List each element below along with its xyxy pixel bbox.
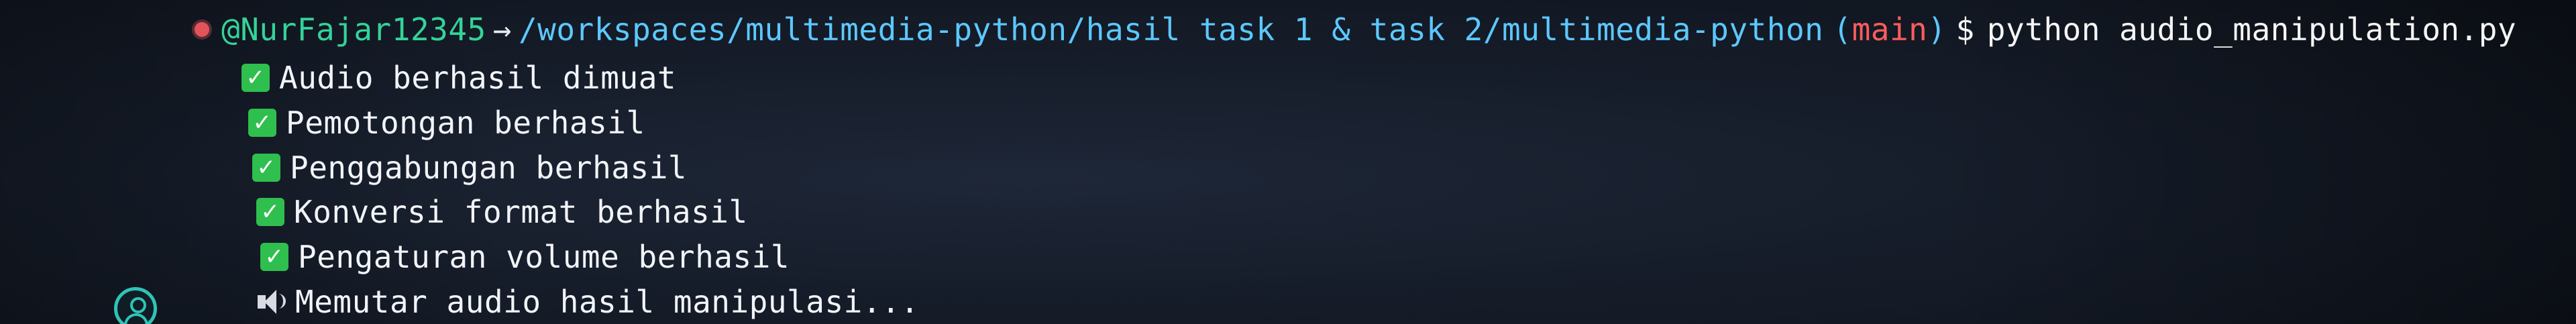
output-text: Pengaturan volume berhasil (298, 239, 790, 275)
account-icon-shoulders (124, 313, 148, 324)
prompt-symbol: $ (1955, 11, 1975, 48)
prompt-branch: main (1851, 11, 1928, 48)
output-text: Penggabungan berhasil (290, 150, 688, 186)
terminal-output[interactable]: @NurFajar12345 → /workspaces/multimedia-… (188, 0, 2576, 324)
output-line: ✓ Pengaturan volume berhasil (260, 234, 790, 280)
output-text: Konversi format berhasil (294, 194, 748, 230)
output-line: ✓ Audio berhasil dimuat (241, 55, 676, 101)
check-mark-icon: ✓ (256, 198, 284, 226)
playing-text: Memutar audio hasil manipulasi... (295, 284, 920, 320)
status-dot-icon (195, 22, 209, 37)
prompt-arrow-icon: → (492, 11, 512, 48)
prompt-branch-close: ) (1927, 11, 1947, 48)
check-mark-icon: ✓ (252, 154, 280, 182)
prompt-path: /workspaces/multimedia-python/hasil task… (518, 11, 1824, 48)
prompt-branch-open: ( (1833, 11, 1852, 48)
output-text: Pemotongan berhasil (286, 105, 645, 141)
account-icon[interactable] (114, 287, 157, 324)
output-text: Audio berhasil dimuat (279, 60, 677, 96)
output-line: ✓ Pemotongan berhasil (248, 100, 645, 146)
prompt-line: @NurFajar12345 → /workspaces/multimedia-… (195, 7, 2516, 52)
speaker-icon (256, 288, 286, 315)
playing-line: Memutar audio hasil manipulasi... (256, 279, 919, 324)
account-icon-head (130, 297, 146, 313)
output-line: ✓ Konversi format berhasil (256, 189, 748, 235)
check-mark-icon: ✓ (248, 109, 276, 137)
prompt-user: @NurFajar12345 (221, 11, 486, 48)
check-mark-icon: ✓ (260, 243, 288, 271)
output-line: ✓ Penggabungan berhasil (252, 145, 687, 191)
command-text: python audio_manipulation.py (1986, 11, 2517, 48)
check-mark-icon: ✓ (241, 64, 270, 92)
